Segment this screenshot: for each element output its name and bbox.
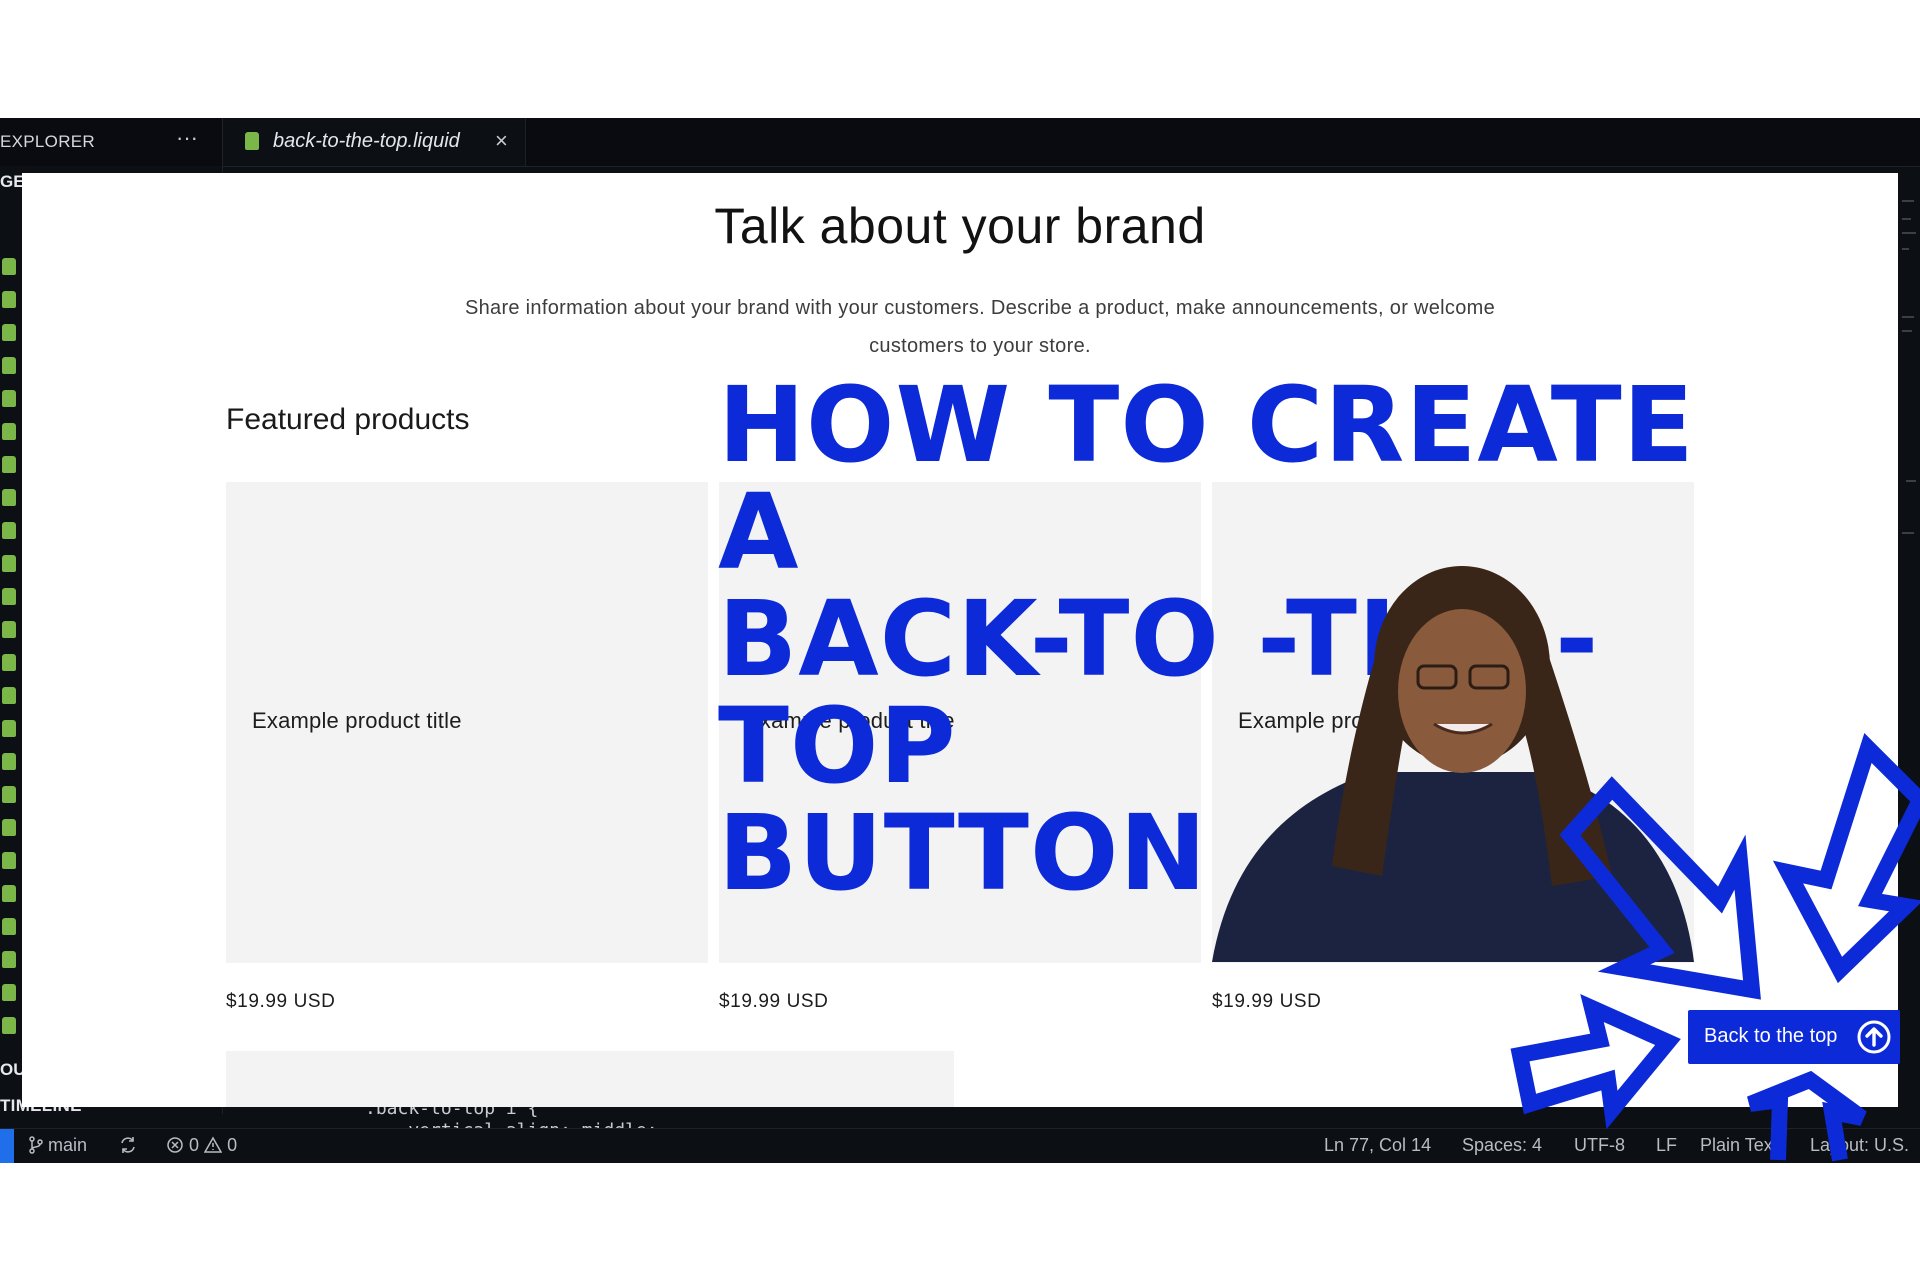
warning-icon [203,1136,223,1153]
cursor-position[interactable]: Ln 77, Col 14 [1324,1135,1431,1156]
remote-indicator[interactable] [0,1129,14,1163]
explorer-header: EXPLORER ··· [0,118,222,166]
keyboard-layout[interactable]: Layout: U.S. [1810,1135,1909,1156]
shopify-file-icon[interactable] [2,687,16,704]
shopify-file-icon[interactable] [2,291,16,308]
featured-products-heading: Featured products [226,403,470,436]
tab-label: back-to-the-top.liquid [273,130,460,152]
explorer-title: EXPLORER [0,132,95,151]
shopify-file-icon[interactable] [2,258,16,275]
product-price: $19.99 USD [226,991,336,1012]
shopify-file-icon[interactable] [2,1017,16,1034]
shopify-file-icon[interactable] [2,720,16,737]
shopify-file-icon[interactable] [2,918,16,935]
status-bar: main 0 0 Ln 77, Col 14 Spaces: 4 UTF-8 L… [0,1128,1920,1163]
shopify-file-icon[interactable] [2,885,16,902]
product-card[interactable] [226,1051,954,1107]
product-title[interactable]: Example product title [252,708,462,734]
minimap[interactable] [1898,188,1920,588]
sync-icon[interactable] [118,1135,138,1156]
problems-indicator[interactable]: 0 0 [166,1135,237,1156]
shopify-file-icon [245,132,259,150]
shopify-file-icon[interactable] [2,489,16,506]
product-price: $19.99 USD [719,991,829,1012]
shopify-file-icon[interactable] [2,522,16,539]
shopify-file-icon[interactable] [2,852,16,869]
git-branch-icon [29,1136,43,1154]
shopify-file-icon[interactable] [2,984,16,1001]
language-mode[interactable]: Plain Text [1700,1135,1778,1156]
shopify-file-icon[interactable] [2,423,16,440]
shopify-file-icon[interactable] [2,357,16,374]
page-title: Talk about your brand [714,198,1206,254]
product-price: $19.99 USD [1212,991,1322,1012]
shopify-file-icon[interactable] [2,753,16,770]
error-count: 0 [189,1135,200,1155]
indentation[interactable]: Spaces: 4 [1462,1135,1542,1156]
product-card[interactable]: Example product title [226,482,708,963]
shopify-file-icon[interactable] [2,786,16,803]
shopify-file-icon[interactable] [2,654,16,671]
back-to-top-label: Back to the top [1704,1025,1838,1047]
brand-description: Share information about your brand with … [464,297,1496,357]
editor-topbar: EXPLORER ··· back-to-the-top.liquid × [0,118,1920,167]
shopify-file-icon[interactable] [2,819,16,836]
more-actions-icon[interactable]: ··· [176,114,198,162]
line-ending[interactable]: LF [1656,1135,1677,1156]
shopify-file-icon[interactable] [2,621,16,638]
close-icon[interactable]: × [495,128,508,154]
encoding[interactable]: UTF-8 [1574,1135,1625,1156]
back-to-top-button[interactable]: Back to the top [1688,1010,1900,1064]
shopify-file-icon[interactable] [2,555,16,572]
shopify-file-icon[interactable] [2,324,16,341]
file-list [0,166,20,1114]
presenter-photo [1212,566,1694,962]
error-icon [167,1137,183,1153]
shopify-file-icon[interactable] [2,390,16,407]
shopify-file-icon[interactable] [2,456,16,473]
tab-back-to-the-top[interactable]: back-to-the-top.liquid × [222,118,526,166]
shopify-file-icon[interactable] [2,951,16,968]
shopify-file-icon[interactable] [2,588,16,605]
warning-count: 0 [227,1135,238,1155]
branch-indicator[interactable]: main [28,1135,87,1156]
branch-name: main [48,1135,88,1155]
arrow-up-circle-icon [1857,1020,1891,1054]
